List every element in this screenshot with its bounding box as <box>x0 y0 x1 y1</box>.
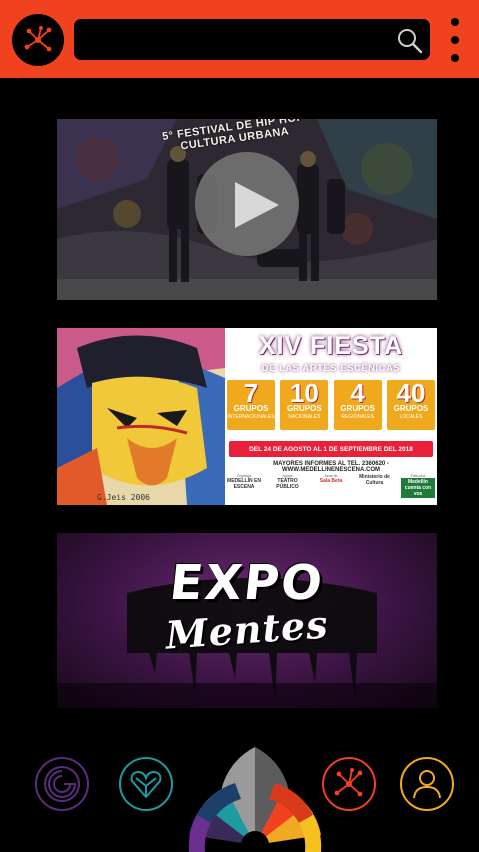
sponsor-name: MEDELLÍN EN ESCENA <box>227 478 261 490</box>
sponsor-logo: Patrocina Medellín cuenta con vos <box>401 474 435 498</box>
more-vertical-icon[interactable] <box>445 18 465 62</box>
stat-sub: NACIONALES <box>288 414 321 420</box>
stat-box: 4 GRUPOS REGIONALES <box>333 378 382 430</box>
stat-label: GRUPOS <box>340 404 375 413</box>
sponsor-logo: Ministerio de Cultura <box>358 474 392 486</box>
poster-subtitle: DE LAS ARTES ESCÉNICAS <box>261 363 401 374</box>
search-input[interactable] <box>84 19 388 62</box>
svg-text:G.Jeis 2006: G.Jeis 2006 <box>97 493 150 502</box>
video-card[interactable]: 5° FESTIVAL DE HIP HOP CULTURA URBANA <box>57 119 437 300</box>
sponsor-logos: Organiza MEDELLÍN EN ESCENA Apoya TEATRO… <box>227 474 435 498</box>
top-bar <box>0 0 479 78</box>
search-bar[interactable] <box>74 19 430 62</box>
sponsor-name: Sala Beta <box>319 478 343 484</box>
stat-label: GRUPOS <box>286 404 322 413</box>
sponsor-name: Ministerio de Cultura <box>359 474 390 486</box>
sponsor-name: Medellín cuenta con vos <box>401 478 435 498</box>
stat-label: GRUPOS <box>233 404 269 413</box>
stat-sub: LOCALES <box>399 414 423 420</box>
color-wheel-fan-icon[interactable] <box>187 747 323 852</box>
poster-title: XIV FIESTA <box>258 331 404 360</box>
spiral-circle-icon[interactable] <box>35 757 89 811</box>
search-icon[interactable] <box>396 27 424 55</box>
stat-box: 40 GRUPOS LOCALES <box>386 378 435 430</box>
stat-sub: INTERNACIONALES <box>227 414 275 420</box>
sponsor-logo: Sede de Sala Beta <box>314 474 348 484</box>
network-share-icon[interactable] <box>12 14 64 66</box>
network-share-icon[interactable] <box>322 757 376 811</box>
sponsor-logo: Apoya TEATRO PÚBLICO <box>271 474 305 490</box>
user-profile-icon[interactable] <box>400 757 454 811</box>
stat-box: 10 GRUPOS NACIONALES <box>280 378 329 430</box>
sponsor-logo: Organiza MEDELLÍN EN ESCENA <box>227 474 261 490</box>
expo-mentes-card[interactable]: EXPO Mentes <box>57 533 437 708</box>
stat-sub: REGIONALES <box>341 414 374 420</box>
stat-box: 7 GRUPOS INTERNACIONALES <box>227 378 275 430</box>
poster-artwork: G.Jeis 2006 <box>57 328 225 505</box>
menu-dot <box>451 36 459 44</box>
poster-stats: 7 GRUPOS INTERNACIONALES 10 GRUPOS NACIO… <box>227 378 435 430</box>
event-poster-card[interactable]: G.Jeis 2006 XIV FIESTA DE LAS ARTES ESCÉ… <box>57 328 437 505</box>
poster-info: MAYORES INFORMES AL TEL. 2360620 - WWW.M… <box>273 461 389 473</box>
menu-dot <box>451 18 459 26</box>
poster-dates: DEL 24 DE AGOSTO AL 1 DE SEPTIEMBRE DEL … <box>229 441 433 457</box>
play-icon[interactable] <box>195 152 299 256</box>
sponsor-name: TEATRO PÚBLICO <box>276 478 299 490</box>
menu-dot <box>451 54 459 62</box>
stat-label: GRUPOS <box>393 404 429 413</box>
heart-network-icon[interactable] <box>119 757 173 811</box>
